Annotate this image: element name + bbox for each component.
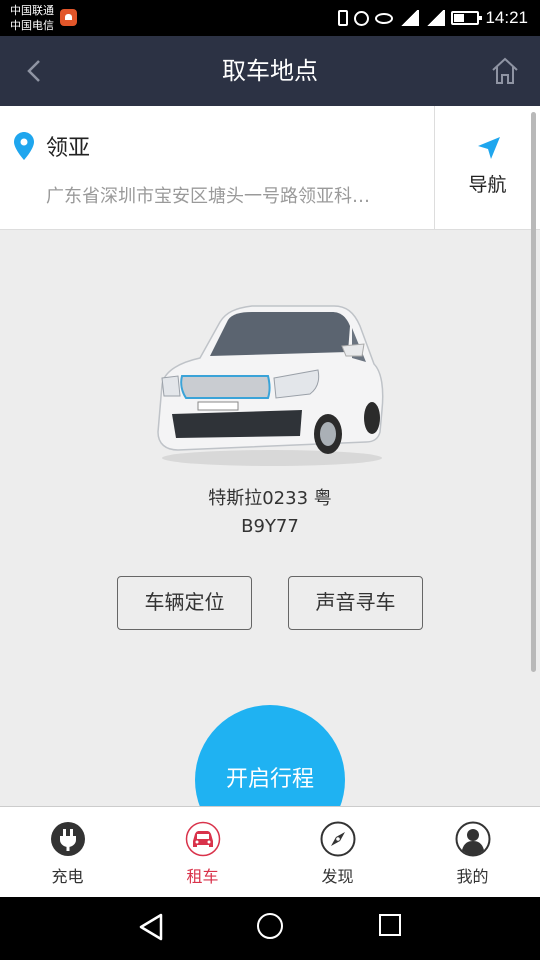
page-title: 取车地点 — [222, 57, 318, 85]
compass-icon — [320, 821, 356, 857]
scrollbar[interactable] — [531, 112, 536, 672]
car-plate-line-1: 特斯拉0233 粤 — [208, 488, 332, 509]
system-nav-bar — [0, 897, 540, 960]
navigation-arrow-icon — [478, 137, 500, 159]
tab-profile[interactable]: 我的 — [405, 807, 540, 898]
battery-icon — [451, 11, 483, 25]
tab-label: 租车 — [186, 867, 219, 886]
system-back-icon[interactable] — [138, 913, 164, 941]
navigate-button[interactable]: 导航 — [434, 106, 540, 230]
vibrate-icon — [338, 10, 349, 26]
plug-icon — [51, 822, 85, 856]
status-bar: 中国联通 中国电信 14:21 — [0, 0, 540, 36]
system-home-icon[interactable] — [257, 913, 283, 939]
home-icon[interactable] — [490, 56, 520, 86]
honk-find-car-button[interactable]: 声音寻车 — [288, 576, 423, 630]
tab-rent-car[interactable]: 租车 — [135, 807, 270, 898]
signal-4g-icon — [425, 10, 446, 26]
app-notification-icon — [60, 9, 77, 26]
car-image — [157, 305, 384, 466]
navigate-label: 导航 — [468, 174, 507, 196]
car-plate-line-2: B9Y77 — [241, 516, 299, 537]
carrier-1: 中国联通 — [10, 4, 54, 17]
alarm-icon — [354, 10, 370, 26]
tab-label: 我的 — [456, 867, 489, 886]
clock: 14:21 — [485, 8, 528, 27]
tab-label: 充电 — [51, 867, 84, 886]
system-recents-icon[interactable] — [379, 914, 401, 936]
carrier-info: 中国联通 中国电信 — [10, 3, 54, 33]
status-icons: 14:21 — [338, 6, 528, 30]
pickup-location-card: 领亚 广东省深圳市宝安区塘头一号路领亚科… 导航 — [0, 106, 540, 230]
title-bar: 取车地点 — [0, 36, 540, 106]
eye-comfort-icon — [375, 12, 394, 24]
tab-label: 发现 — [321, 867, 354, 886]
tab-discover[interactable]: 发现 — [270, 807, 405, 898]
bottom-tab-bar: 充电 租车 发现 我的 — [0, 806, 540, 897]
locate-car-button[interactable]: 车辆定位 — [117, 576, 252, 630]
user-icon — [455, 821, 491, 857]
signal-2g-icon — [399, 10, 420, 26]
location-name: 领亚 — [46, 136, 91, 161]
start-trip-label: 开启行程 — [225, 767, 314, 792]
carrier-2: 中国电信 — [10, 19, 54, 32]
location-address: 广东省深圳市宝安区塘头一号路领亚科… — [46, 186, 370, 207]
location-pin-icon — [14, 132, 34, 160]
car-icon — [185, 821, 221, 857]
tab-charging[interactable]: 充电 — [0, 807, 135, 898]
